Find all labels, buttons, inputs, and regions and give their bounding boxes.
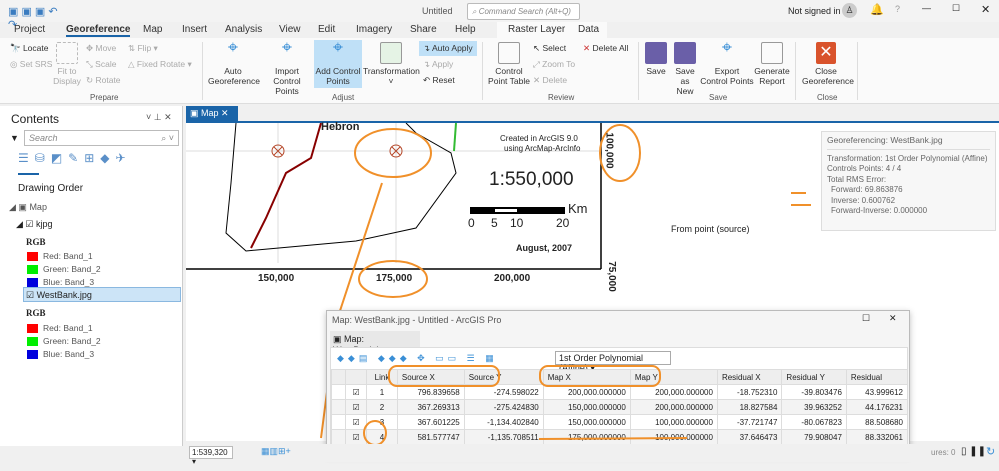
ribbon-tabs: Project Georeference Map Insert Analysis… [0,22,999,39]
save-as-new-button[interactable]: Save as New [672,42,698,96]
help-icon[interactable]: ? [895,4,900,14]
tab-help[interactable]: Help [455,24,476,35]
rotate-button[interactable]: ↻ Rotate [86,75,121,86]
delete-all-button[interactable]: ✕ Delete All [583,43,628,54]
save-icon [645,42,667,64]
control-point-table-window: Map: WestBank.jpg - Untitled - ArcGIS Pr… [326,310,910,455]
import-control-points-button[interactable]: ⌖ Import Control Points [262,37,312,96]
drawing-order-heading: Drawing Order [18,183,84,194]
tab-georeference[interactable]: Georeference [66,24,131,37]
move-button[interactable]: ✥ Move [86,43,116,54]
add-point-icon: ⌖ [332,37,344,57]
apply-button[interactable]: ↴ Apply [423,59,453,70]
delete-button[interactable]: ✕ Delete [533,75,567,86]
tab-project[interactable]: Project [14,24,45,35]
user-status: Not signed in [788,6,841,16]
save-as-icon [674,42,696,64]
fit-to-display-button[interactable]: Fit to Display [52,42,82,86]
generate-report-button[interactable]: Generate Report [754,42,790,86]
quick-access-icons[interactable]: ▣ ▣ ▣ ↶ ↷ [8,5,68,31]
save-button[interactable]: Save [644,42,668,76]
tab-data[interactable]: Data [578,24,599,35]
tab-analysis[interactable]: Analysis [225,24,262,35]
tab-raster-layer[interactable]: Raster Layer [508,24,565,35]
select-button[interactable]: ↖ Select [533,43,566,54]
crosshair-icon: ⌖ [227,37,239,57]
close-window-button[interactable]: ✕ [981,3,990,16]
tab-imagery[interactable]: Imagery [356,24,392,35]
annotation-marks [363,365,688,446]
transformation-dropdown[interactable]: Transformation ˅ [363,42,420,86]
notification-icon[interactable]: 🔔 [870,3,884,16]
close-icon: ✕ [816,42,836,64]
auto-apply-toggle[interactable]: ↴ Auto Apply [419,41,477,56]
layer-kjpg[interactable]: ◢ ☑ kjpg [16,219,53,230]
command-search-input[interactable]: ⌕ Command Search (Alt+Q) [467,3,580,20]
tab-view[interactable]: View [279,24,301,35]
tab-map-view[interactable]: ▣ Map ✕ [186,106,238,121]
auto-georeference-button[interactable]: ⌖ Auto Georeference [208,37,260,86]
group-label-prepare: Prepare [90,93,119,102]
contents-search-input[interactable]: Search ⌕ ˅ [24,130,179,146]
group-label-adjust: Adjust [332,93,355,102]
tab-edit[interactable]: Edit [318,24,335,35]
control-point-table-button[interactable]: Control Point Table [488,42,530,86]
contents-view-icons[interactable]: ☰⛁◩✎⊞◆✈ [18,151,168,169]
avatar[interactable]: ♙ [842,3,857,18]
map-scale-text: 1:550,000 [489,169,574,190]
fixed-rotate-button[interactable]: △ Fixed Rotate ▾ [128,59,192,70]
document-title: Untitled [422,6,453,16]
report-icon [761,42,783,64]
grid-icon [380,42,402,64]
pause-button[interactable]: ▯ ❚❚ [961,446,986,457]
pane-title: Contents [11,112,60,126]
georeferencing-info-panel: Georeferencing: WestBank.jpg Transformat… [821,131,996,231]
scale-button[interactable]: ⤡ Scale [86,59,116,70]
export-control-points-button[interactable]: ⌖ Export Control Points [700,37,754,86]
tab-insert[interactable]: Insert [182,24,207,35]
maximize-button[interactable]: ☐ [952,3,960,14]
tab-map[interactable]: Map [143,24,162,35]
map-nav-icons[interactable]: ▦▥⊞+ [261,446,291,457]
add-control-points-button[interactable]: ⌖ Add Control Points [314,37,362,88]
locate-button[interactable]: 🔭 Locate [10,43,48,54]
export-icon: ⌖ [721,37,733,57]
filter-icon[interactable]: ▼ [10,133,19,143]
ribbon: 🔭 Locate ◎ Set SRS Fit to Display ✥ Move… [0,38,999,104]
contents-pane: Contents ˅ ⊥ ✕ ▼ Search ⌕ ˅ ☰⛁◩✎⊞◆✈ Drawi… [0,106,183,446]
reset-button[interactable]: ↶ Reset [423,75,455,86]
zoom-to-button[interactable]: ⤢ Zoom To [533,59,575,70]
tooltip: From point (source) [671,224,750,234]
pane-controls[interactable]: ˅ ⊥ ✕ [146,112,172,123]
scale-select[interactable]: 1:539,320 ▾ [189,446,233,466]
group-label-review: Review [548,93,575,102]
minimize-button[interactable]: — [922,3,931,13]
table-icon [498,42,520,64]
flip-button[interactable]: ⇅ Flip ▾ [128,43,158,54]
tab-share[interactable]: Share [410,24,437,35]
map-node[interactable]: ◢ ▣ Map [9,202,47,213]
refresh-icon[interactable]: ↻ [986,445,995,458]
group-label-close: Close [817,93,838,102]
import-icon: ⌖ [281,37,293,57]
close-georeference-button[interactable]: ✕ Close Georeference [802,42,854,86]
status-bar: 1:539,320 ▾ ▦▥⊞+ ures: 0 ▯ ❚❚ ↻ [186,444,999,466]
set-srs-button[interactable]: ◎ Set SRS [10,59,52,70]
group-label-save: Save [709,93,728,102]
title-bar: ▣ ▣ ▣ ↶ ↷ Untitled ⌕ Command Search (Alt… [0,0,999,31]
layer-westbank[interactable]: ☑ WestBank.jpg [23,287,181,302]
